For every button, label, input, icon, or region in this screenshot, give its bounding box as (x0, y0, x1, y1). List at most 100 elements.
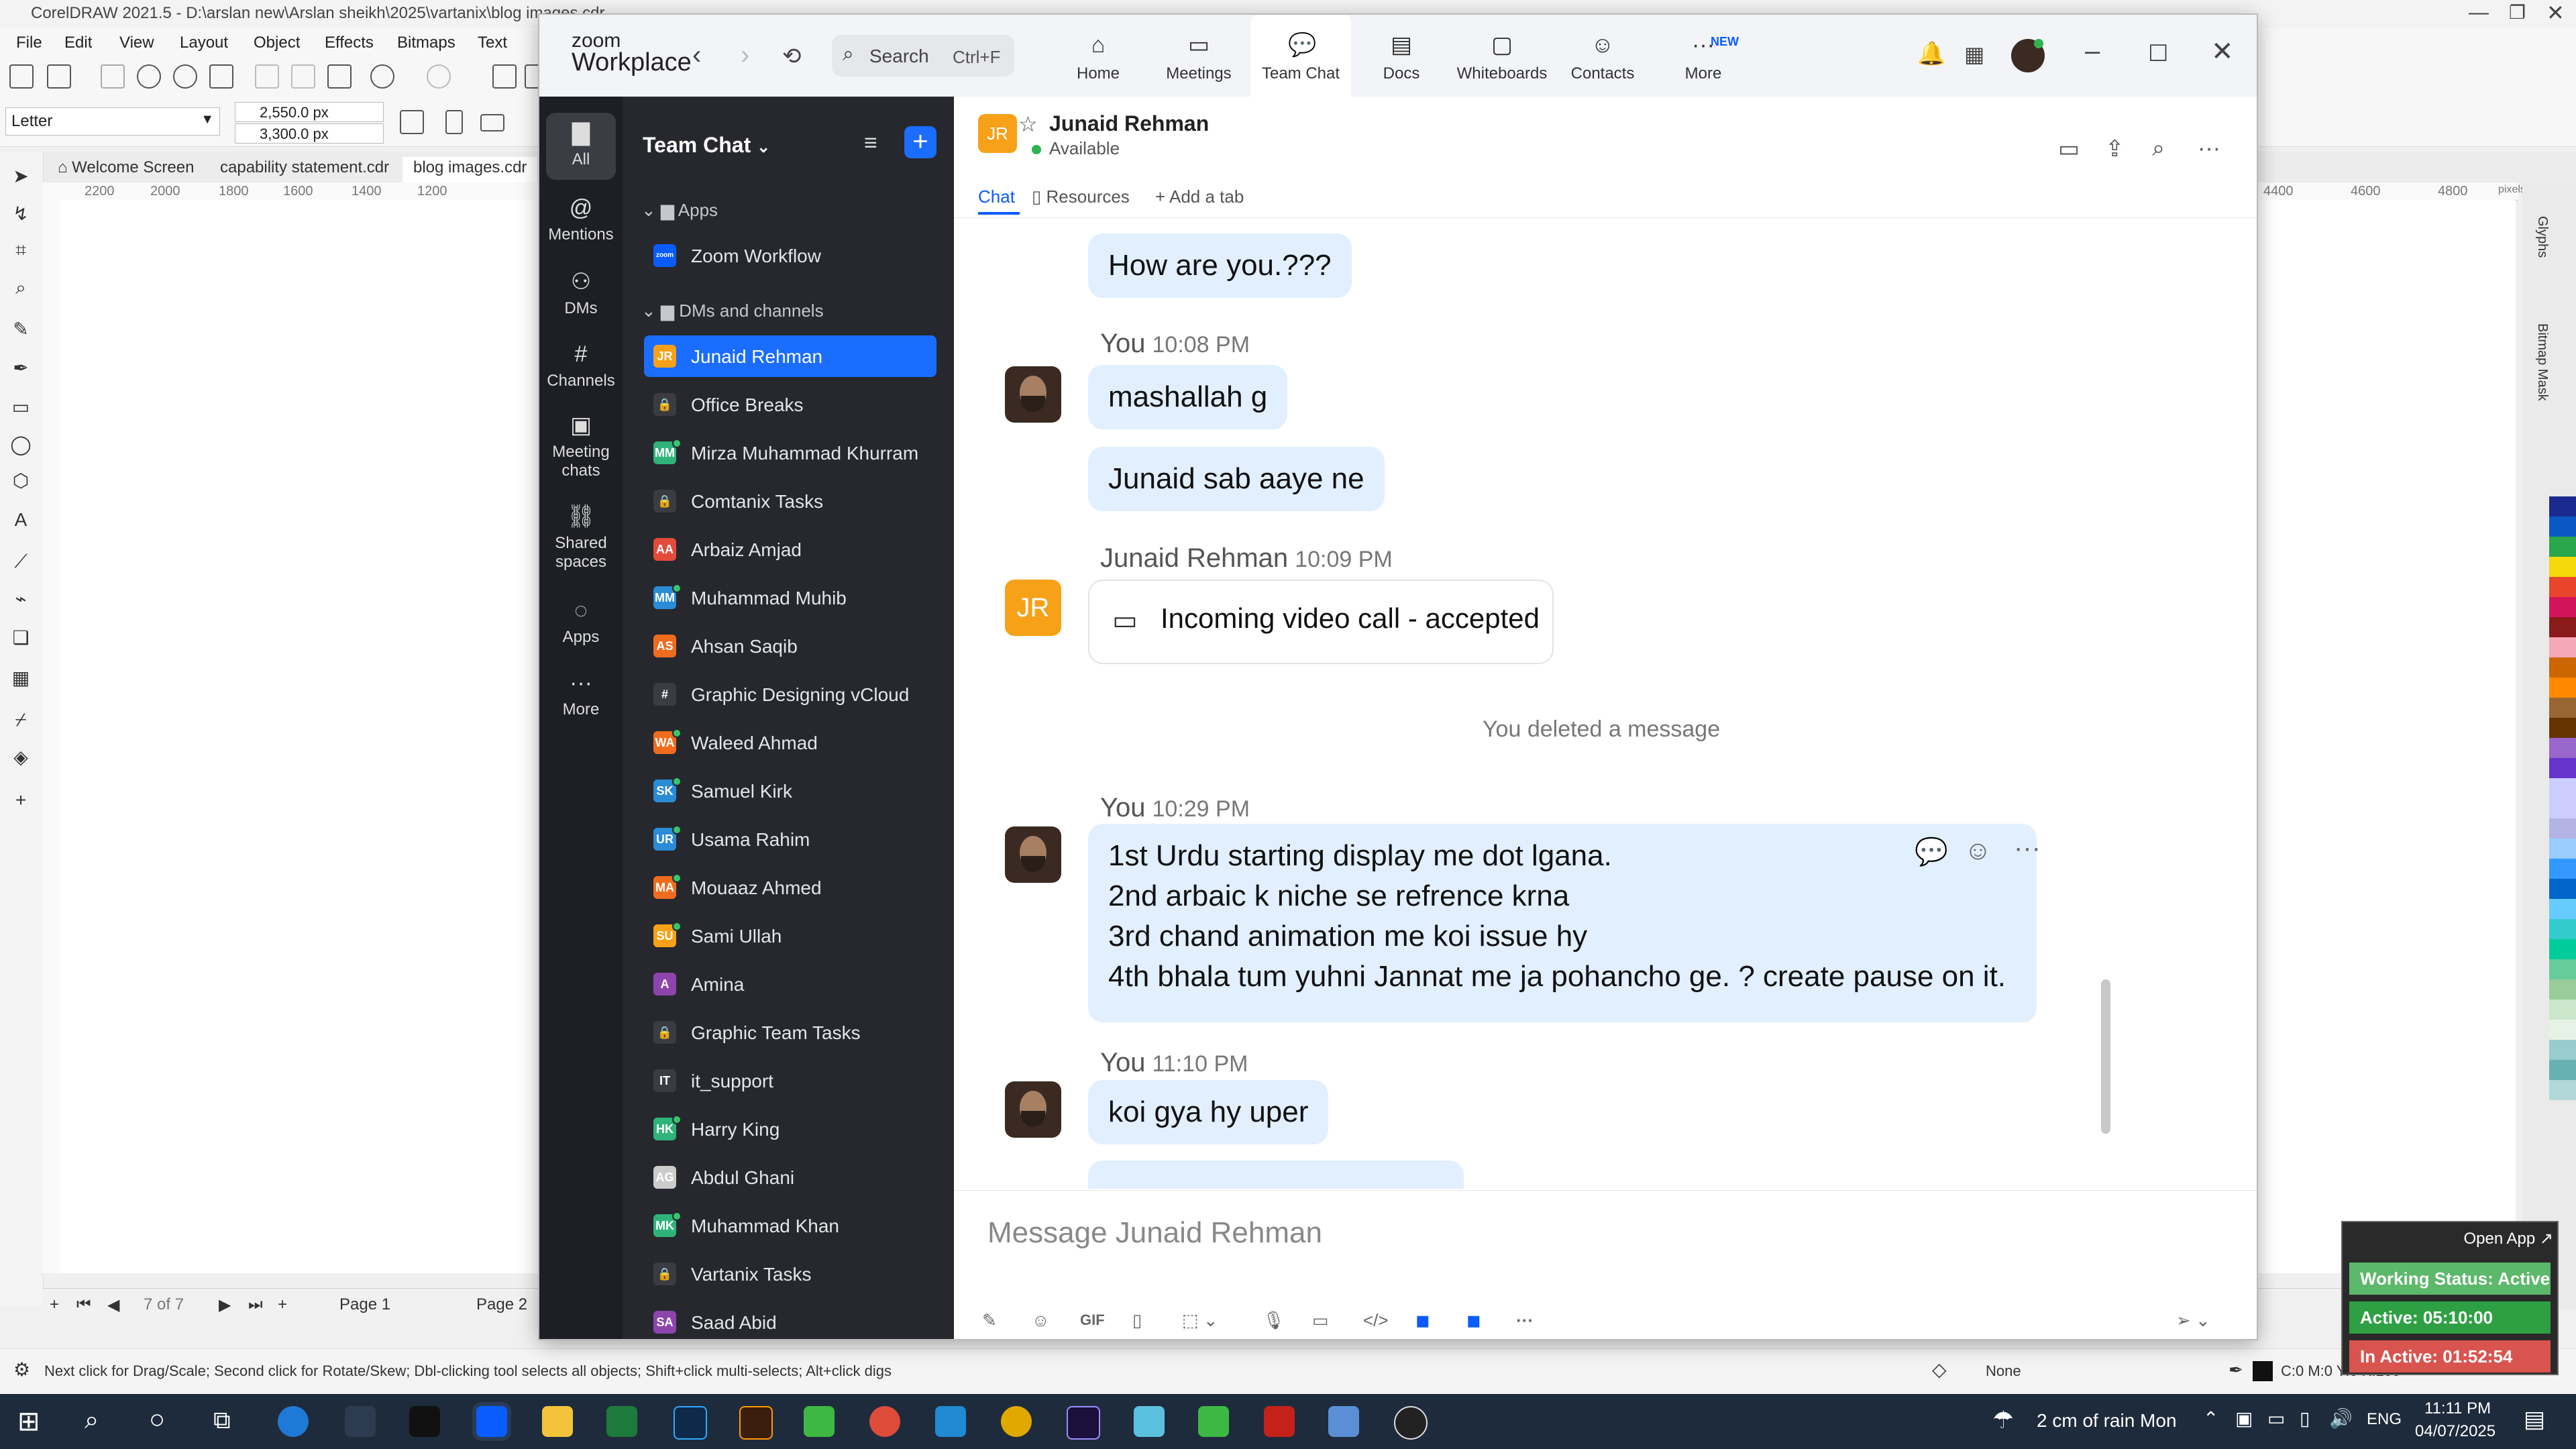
rail-channels[interactable]: # Channels (539, 341, 623, 390)
menu-view[interactable]: View (119, 34, 154, 52)
zoom-taskbar-icon[interactable] (476, 1406, 507, 1437)
more-options-icon[interactable]: ··· (2198, 136, 2220, 162)
message-input[interactable]: Message Junaid Rehman (987, 1216, 1322, 1250)
list-item-contact[interactable]: 🔒 Vartanix Tasks (644, 1253, 936, 1295)
palette-swatch[interactable] (2549, 738, 2576, 758)
nav-docs[interactable]: ▤ Docs (1351, 15, 1452, 97)
palette-swatch[interactable] (2549, 839, 2576, 859)
pen-app-icon[interactable] (345, 1406, 376, 1437)
palette-swatch[interactable] (2549, 1060, 2576, 1080)
message-more-icon[interactable]: ··· (2014, 833, 2041, 863)
list-item-contact[interactable]: MK Muhammad Khan (644, 1205, 936, 1246)
section-dms[interactable]: ⌄ ▆ DMs and channels (641, 301, 824, 321)
palette-swatch[interactable] (2549, 597, 2576, 617)
open-icon[interactable] (47, 64, 71, 89)
polygon-tool-icon[interactable]: ⬡ (9, 470, 32, 492)
eyedropper-icon[interactable]: ⌿ (9, 708, 32, 731)
weather-text[interactable]: 2 cm of rain Mon (2037, 1410, 2177, 1432)
tab-chat[interactable]: Chat (978, 186, 1015, 207)
list-item-contact[interactable]: 🔒 Graphic Team Tasks (644, 1012, 936, 1053)
call-event-card[interactable]: ▭ Incoming video call - accepted (1088, 580, 1554, 664)
tab-welcome-screen[interactable]: ⌂ Welcome Screen (47, 157, 205, 182)
upload-cloud-icon[interactable] (173, 64, 197, 89)
import-icon[interactable] (492, 64, 517, 89)
mic-icon[interactable]: 🎙 (1263, 1310, 1285, 1331)
connector-tool-icon[interactable]: ⌁ (9, 588, 32, 610)
reply-thread-icon[interactable]: 💬 (1915, 836, 1948, 867)
nav-team-chat[interactable]: 💬 Team Chat (1250, 15, 1351, 97)
rail-all[interactable]: ▇ All (546, 113, 616, 180)
list-item-contact[interactable]: 🔒 Comtanix Tasks (644, 480, 936, 522)
orientation-icon[interactable] (400, 110, 424, 134)
nav-meetings[interactable]: ▭ Meetings (1148, 15, 1249, 97)
freehand-tool-icon[interactable]: ✎ (9, 318, 32, 341)
calculator-icon[interactable] (1328, 1406, 1359, 1437)
language-indicator[interactable]: ENG (2367, 1410, 2402, 1429)
palette-swatch[interactable] (2549, 1020, 2576, 1040)
share-screen-icon[interactable]: ⇪ (2105, 136, 2125, 162)
redo-icon[interactable] (427, 64, 451, 89)
palette-swatch[interactable] (2549, 758, 2576, 778)
palette-swatch[interactable] (2549, 718, 2576, 738)
team-chat-title[interactable]: Team Chat ⌄ (643, 133, 770, 158)
menu-effects[interactable]: Effects (325, 34, 374, 52)
list-item-contact[interactable]: AG Abdul Ghani (644, 1157, 936, 1198)
docker-bitmap-mask-tab[interactable]: Bitmap Mask (2534, 323, 2550, 401)
gear-icon[interactable]: ⚙ (13, 1358, 30, 1381)
add-tab-button[interactable]: + Add a tab (1155, 186, 1244, 207)
list-item-contact[interactable]: MM Muhammad Muhib (644, 577, 936, 619)
message-bubble[interactable]: Junaid sab aaye ne (1088, 447, 1385, 511)
contact-avatar[interactable]: JR (978, 114, 1017, 153)
windows-start-icon[interactable]: ⊞ (17, 1406, 40, 1437)
filter-icon[interactable]: ≡ (864, 130, 877, 156)
palette-swatch[interactable] (2549, 919, 2576, 939)
list-item-zoom-workflow[interactable]: zoom Zoom Workflow (644, 235, 936, 276)
color-palette[interactable] (2549, 496, 2576, 1301)
file-explorer-icon[interactable] (542, 1406, 573, 1437)
list-item-contact[interactable]: 🔒 Office Breaks (644, 384, 936, 425)
acrobat-icon[interactable] (1264, 1406, 1295, 1437)
menu-edit[interactable]: Edit (64, 34, 92, 52)
nav-contacts[interactable]: ☺ Contacts (1552, 15, 1653, 97)
forward-arrow-icon[interactable]: › (741, 40, 749, 70)
task-view-icon[interactable]: ⧉ (213, 1406, 231, 1435)
page-tab-1[interactable]: Page 1 (339, 1295, 390, 1314)
palette-swatch[interactable] (2549, 879, 2576, 899)
menu-text[interactable]: Text (478, 34, 507, 52)
nav-whiteboards[interactable]: ▢ Whiteboards (1452, 15, 1552, 97)
palette-swatch[interactable] (2549, 959, 2576, 979)
close-icon[interactable]: ✕ (2211, 36, 2234, 67)
app1-icon[interactable]: ◼ (1415, 1310, 1430, 1331)
palette-swatch[interactable] (2549, 1000, 2576, 1020)
coreldraw2-icon[interactable] (1198, 1406, 1229, 1437)
search-box[interactable]: ⌕ Search Ctrl+F (832, 35, 1014, 76)
tab-capability-statement[interactable]: capability statement.cdr (209, 157, 400, 182)
minimize-icon[interactable]: — (2469, 1, 2489, 24)
palette-swatch[interactable] (2549, 1080, 2576, 1100)
next-page-icon[interactable]: ▶ (219, 1295, 231, 1315)
new-document-icon[interactable] (9, 64, 34, 89)
pen-tool-icon[interactable]: ✒ (9, 357, 32, 380)
parallel-dimension-icon[interactable]: ⟋ (9, 550, 32, 573)
app-diamond-icon[interactable] (1134, 1406, 1165, 1437)
palette-swatch[interactable] (2549, 637, 2576, 657)
avatar[interactable] (1005, 1081, 1061, 1138)
tray-app-icon[interactable]: ▣ (2235, 1407, 2253, 1430)
send-icon[interactable]: ➢ ⌄ (2176, 1310, 2210, 1331)
terminal-icon[interactable] (409, 1406, 440, 1437)
list-item-contact[interactable]: AA Arbaiz Amjad (644, 529, 936, 570)
palette-swatch[interactable] (2549, 1040, 2576, 1060)
chrome-icon[interactable] (869, 1406, 900, 1437)
drop-shadow-icon[interactable]: ❏ (9, 627, 32, 649)
message-bubble[interactable]: mashallah g (1088, 365, 1288, 429)
zoom-tool-icon[interactable]: ⌕ (9, 276, 32, 299)
ellipse-tool-icon[interactable]: ◯ (9, 433, 32, 456)
palette-swatch[interactable] (2549, 778, 2576, 798)
add-page-icon[interactable]: + (50, 1295, 59, 1314)
rail-dms[interactable]: ⚇ DMs (539, 268, 623, 318)
premiere-icon[interactable] (1067, 1406, 1100, 1440)
minimize-icon[interactable]: – (2085, 36, 2100, 66)
menu-bitmaps[interactable]: Bitmaps (397, 34, 455, 52)
list-item-contact[interactable]: SK Samuel Kirk (644, 770, 936, 812)
palette-swatch[interactable] (2549, 818, 2576, 839)
